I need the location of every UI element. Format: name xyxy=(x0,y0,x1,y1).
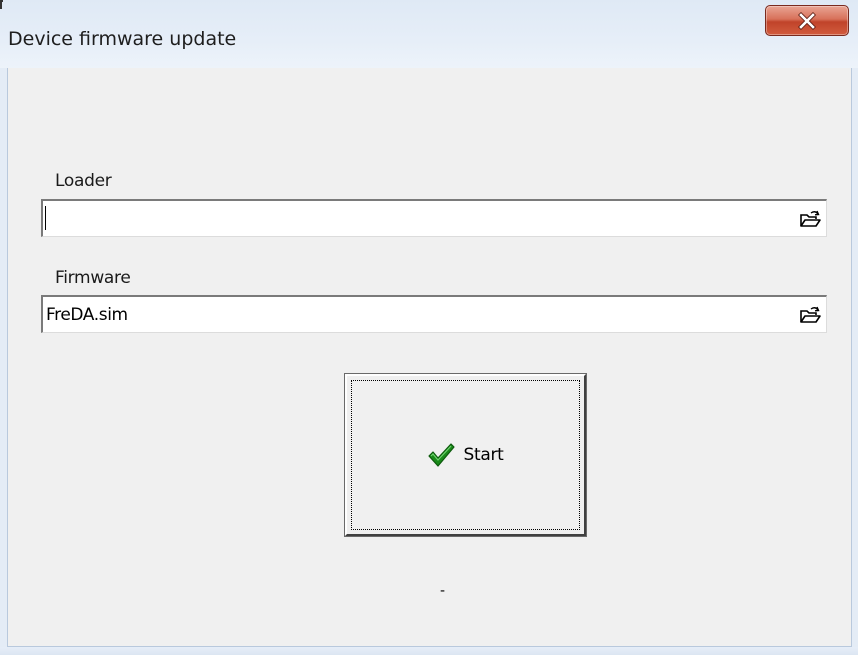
start-button-label: Start xyxy=(463,445,504,465)
window-frame-bottom xyxy=(0,647,858,655)
firmware-label: Firmware xyxy=(55,268,131,288)
start-button-focus-rect: Start xyxy=(351,380,580,530)
window-title: Device firmware update xyxy=(8,28,237,50)
firmware-input[interactable] xyxy=(46,303,781,327)
start-button[interactable]: Start xyxy=(344,373,587,537)
window-frame-left xyxy=(0,68,7,648)
loader-field[interactable] xyxy=(41,199,827,237)
close-button[interactable] xyxy=(765,5,849,36)
window-frame-right xyxy=(852,68,858,648)
status-text: - xyxy=(440,583,446,599)
close-icon xyxy=(798,11,816,30)
checkmark-icon xyxy=(428,443,456,467)
firmware-field[interactable] xyxy=(41,295,827,333)
firmware-browse-button[interactable] xyxy=(798,303,822,327)
loader-browse-button[interactable] xyxy=(798,207,822,231)
window-corner-marker xyxy=(0,0,3,9)
dialog-window: Device firmware update Loader Firmware F… xyxy=(0,0,858,655)
open-folder-icon xyxy=(800,306,821,323)
loader-input[interactable] xyxy=(46,207,781,231)
dialog-client-area xyxy=(7,68,852,647)
loader-label: Loader xyxy=(55,171,112,191)
open-folder-icon xyxy=(800,210,821,227)
title-bar[interactable]: Device firmware update xyxy=(0,0,858,68)
